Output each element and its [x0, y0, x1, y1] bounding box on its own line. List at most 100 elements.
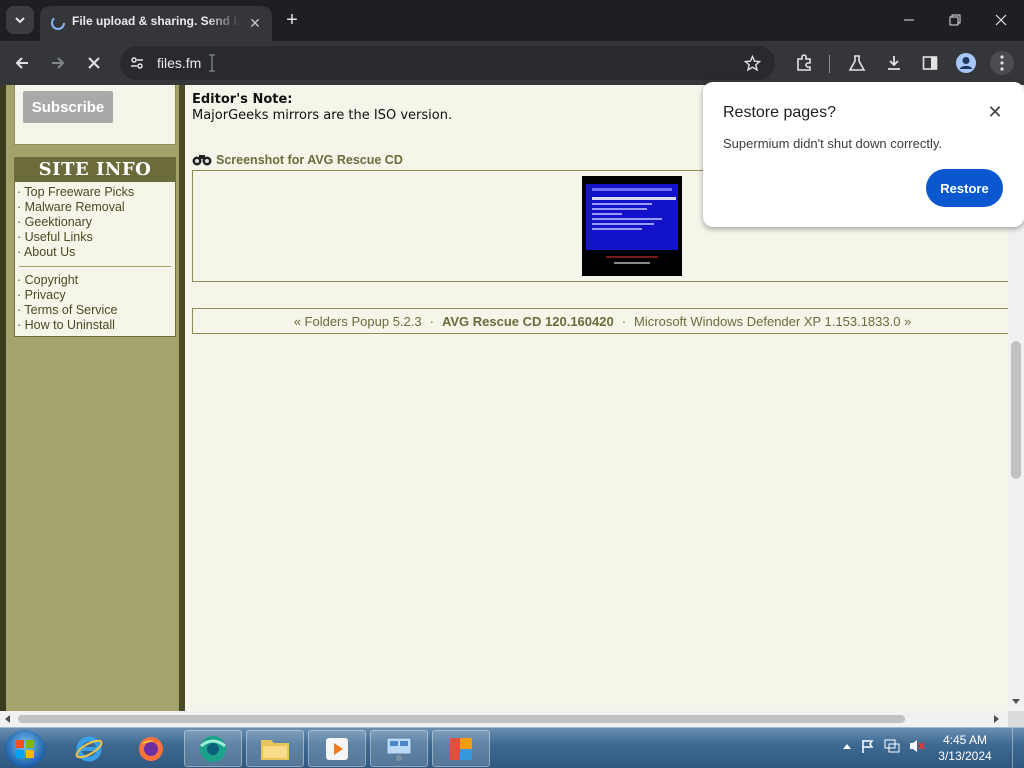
- site-link[interactable]: · Useful Links: [15, 230, 175, 245]
- site-link[interactable]: · Geektionary: [15, 215, 175, 230]
- restore-button[interactable]: Restore: [926, 169, 1003, 207]
- forward-button[interactable]: [46, 51, 70, 75]
- folder-icon: [261, 739, 289, 760]
- taskbar-ie[interactable]: [60, 730, 118, 767]
- show-desktop-button[interactable]: [1012, 728, 1024, 768]
- site-link[interactable]: · About Us: [15, 245, 175, 260]
- show-hidden-icons-icon[interactable]: [842, 742, 852, 750]
- system-tray: [842, 738, 926, 754]
- action-center-flag-icon[interactable]: [860, 738, 876, 754]
- more-vert-icon: [1000, 55, 1004, 71]
- nav-prev-link[interactable]: « Folders Popup 5.2.3: [294, 314, 422, 329]
- flask-icon: [848, 55, 866, 71]
- restore-pages-dialog: Restore pages? ✕ Supermium didn't shut d…: [703, 82, 1024, 227]
- scroll-left-icon[interactable]: [4, 715, 10, 723]
- internet-explorer-icon: [75, 736, 103, 761]
- subscribe-box: Subscribe: [14, 85, 176, 145]
- tab-strip: File upload & sharing. Send large files …: [0, 0, 1024, 41]
- scroll-down-icon[interactable]: [1012, 699, 1020, 705]
- software-navigation: « Folders Popup 5.2.3 · AVG Rescue CD 12…: [192, 308, 1008, 334]
- volume-muted-icon[interactable]: [908, 738, 926, 754]
- puzzle-icon: [797, 54, 811, 71]
- downloads-button[interactable]: [882, 51, 906, 75]
- screenshot-title[interactable]: Screenshot for AVG Rescue CD: [192, 153, 403, 167]
- site-link[interactable]: · Terms of Service: [15, 303, 175, 318]
- site-link[interactable]: · Malware Removal: [15, 200, 175, 215]
- profile-button[interactable]: [954, 51, 978, 75]
- site-info-divider: [19, 266, 171, 267]
- dialog-message: Supermium didn't shut down correctly.: [723, 136, 943, 151]
- subscribe-button[interactable]: Subscribe: [23, 91, 113, 123]
- horizontal-scroll-thumb[interactable]: [18, 715, 905, 723]
- menu-button[interactable]: [990, 51, 1014, 75]
- rescue-cd-screen-image: [586, 184, 678, 264]
- loading-spinner-icon: [51, 16, 65, 30]
- new-tab-button[interactable]: +: [282, 10, 302, 30]
- extensions-button[interactable]: [792, 51, 816, 75]
- supermium-icon: [200, 735, 226, 762]
- download-icon: [888, 56, 900, 70]
- firefox-icon: [139, 736, 163, 761]
- vertical-scroll-thumb[interactable]: [1011, 341, 1021, 479]
- taskbar-app-colorful[interactable]: [432, 730, 490, 767]
- taskbar-clock[interactable]: 4:45 AM 3/13/2024: [930, 732, 1000, 764]
- horizontal-scrollbar[interactable]: [0, 711, 1008, 727]
- chevron-down-icon: [15, 17, 25, 24]
- editor-note-heading: Editor's Note:: [192, 92, 293, 107]
- site-info-box: SITE INFO · Top Freeware Picks · Malware…: [14, 157, 176, 337]
- dialog-title: Restore pages?: [723, 104, 836, 121]
- browser-toolbar: files.fm: [0, 41, 1024, 85]
- taskbar-supermium[interactable]: [184, 730, 242, 767]
- minimize-icon: [904, 19, 914, 21]
- site-settings-icon[interactable]: [129, 55, 145, 71]
- side-panel-button[interactable]: [918, 51, 942, 75]
- taskbar-media-player[interactable]: [308, 730, 366, 767]
- site-info-links-1: · Top Freeware Picks · Malware Removal ·…: [15, 182, 175, 260]
- screenshot-thumbnail[interactable]: [582, 176, 682, 276]
- tab-search-button[interactable]: [6, 6, 34, 34]
- network-icon[interactable]: [884, 738, 900, 754]
- text-cursor-icon: [209, 54, 215, 72]
- minimize-button[interactable]: [886, 0, 932, 40]
- dialog-close-icon[interactable]: ✕: [985, 102, 1005, 122]
- tab-title: File upload & sharing. Send large files: [72, 14, 240, 28]
- restore-window-button[interactable]: [932, 0, 978, 40]
- bookmark-star-icon[interactable]: [744, 55, 761, 72]
- nav-current: AVG Rescue CD 120.160420: [441, 313, 614, 329]
- arrow-right-icon: [52, 57, 65, 69]
- tab-close-icon[interactable]: ✕: [246, 14, 264, 32]
- start-button[interactable]: [5, 730, 45, 768]
- labs-button[interactable]: [845, 51, 869, 75]
- windows-logo-icon: [16, 740, 34, 758]
- stop-icon: [88, 57, 100, 69]
- site-link[interactable]: · Top Freeware Picks: [15, 185, 175, 200]
- scrollbar-corner: [1008, 711, 1024, 727]
- screenshot-title-text: Screenshot for AVG Rescue CD: [216, 153, 403, 167]
- site-link[interactable]: · Copyright: [15, 273, 175, 288]
- taskbar-explorer[interactable]: [246, 730, 304, 767]
- site-link[interactable]: · How to Uninstall: [15, 318, 175, 333]
- back-button[interactable]: [10, 51, 34, 75]
- editor-note-text: MajorGeeks mirrors are the ISO version.: [192, 108, 453, 123]
- stop-loading-button[interactable]: [82, 51, 106, 75]
- nav-separator: ·: [621, 313, 627, 329]
- binoculars-icon: [192, 155, 212, 166]
- url-text[interactable]: files.fm: [157, 55, 201, 71]
- close-window-button[interactable]: [978, 0, 1024, 40]
- colorful-app-icon: [450, 737, 472, 760]
- windows-taskbar: 4:45 AM 3/13/2024: [0, 727, 1024, 768]
- arrow-left-icon: [15, 57, 28, 69]
- browser-tab[interactable]: File upload & sharing. Send large files …: [40, 6, 272, 41]
- taskbar-firefox[interactable]: [122, 730, 180, 767]
- scroll-right-icon[interactable]: [994, 715, 1000, 723]
- nav-next-link[interactable]: Microsoft Windows Defender XP 1.153.1833…: [634, 314, 911, 329]
- site-link[interactable]: · Privacy: [15, 288, 175, 303]
- site-info-links-2: · Copyright · Privacy · Terms of Service…: [15, 273, 175, 333]
- side-panel-icon: [922, 56, 938, 70]
- clock-date: 3/13/2024: [938, 749, 992, 763]
- address-bar[interactable]: files.fm: [120, 46, 775, 80]
- taskbar-control-panel[interactable]: [370, 730, 428, 767]
- clock-time: 4:45 AM: [942, 733, 988, 747]
- nav-separator: ·: [429, 313, 434, 329]
- site-info-title: SITE INFO: [15, 158, 175, 182]
